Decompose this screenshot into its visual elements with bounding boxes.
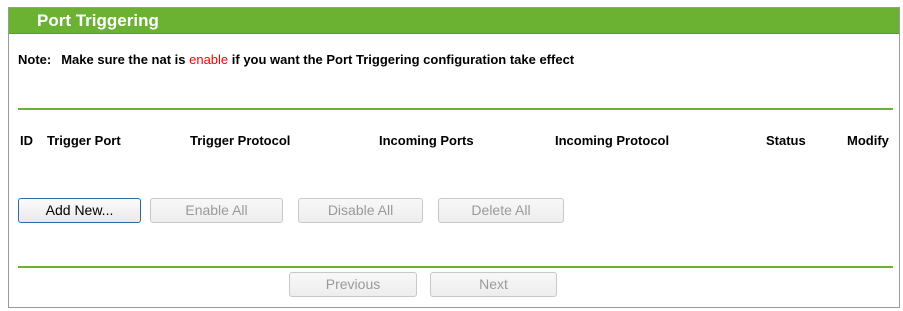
column-header-incoming-ports: Incoming Ports — [379, 133, 474, 148]
next-button[interactable]: Next — [430, 272, 557, 297]
column-header-status: Status — [766, 133, 806, 148]
note-text-before: Make sure the nat is — [61, 52, 190, 67]
column-header-trigger-protocol: Trigger Protocol — [190, 133, 291, 148]
enable-all-button[interactable]: Enable All — [150, 198, 283, 223]
port-triggering-panel: Port Triggering Note: Make sure the nat i… — [8, 7, 900, 308]
column-header-modify: Modify — [847, 133, 889, 148]
divider-top — [18, 108, 893, 110]
note-label: Note: — [18, 52, 52, 67]
column-header-incoming-protocol: Incoming Protocol — [555, 133, 670, 148]
nat-note: Note: Make sure the nat is enable if you … — [18, 52, 574, 68]
column-header-id: ID — [20, 133, 33, 148]
add-new-button[interactable]: Add New... — [18, 198, 141, 223]
note-text-after: if you want the Port Triggering configur… — [228, 52, 575, 67]
note-highlight-enable: enable — [189, 52, 229, 67]
previous-button[interactable]: Previous — [289, 272, 417, 297]
disable-all-button[interactable]: Disable All — [298, 198, 423, 223]
column-header-trigger-port: Trigger Port — [47, 133, 121, 148]
delete-all-button[interactable]: Delete All — [438, 198, 564, 223]
page-title: Port Triggering — [37, 11, 159, 30]
title-bar: Port Triggering — [9, 8, 899, 34]
divider-bottom — [18, 266, 893, 268]
